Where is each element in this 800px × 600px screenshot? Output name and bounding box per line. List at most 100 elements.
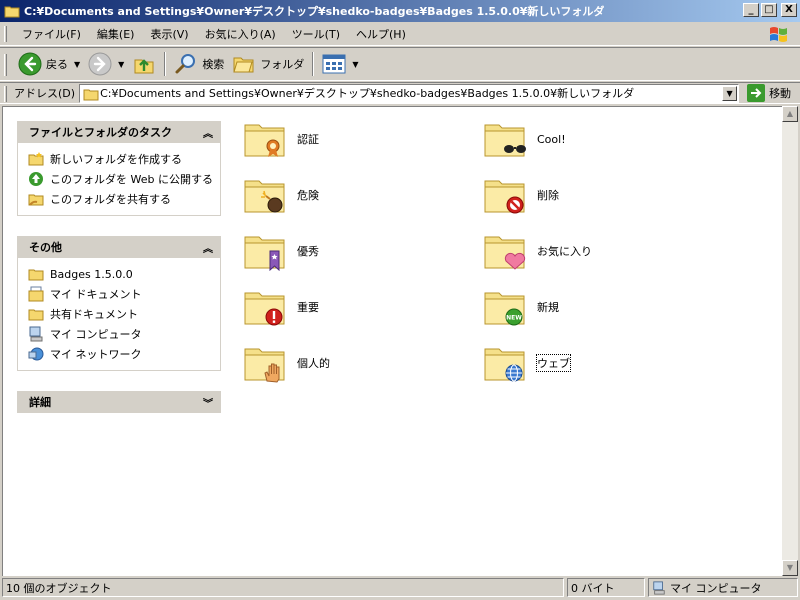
search-button[interactable]: 検索 — [170, 50, 228, 78]
file-label: 削除 — [537, 189, 559, 202]
forward-dropdown-icon[interactable]: ▼ — [118, 60, 124, 69]
views-icon — [322, 54, 346, 74]
pane-title: ファイルとフォルダのタスク — [29, 126, 172, 139]
svg-text:NEW: NEW — [506, 315, 522, 322]
vertical-scrollbar[interactable]: ▲ ▼ — [782, 106, 798, 576]
menu-bar: ファイル(F) 編集(E) 表示(V) お気に入り(A) ツール(T) ヘルプ(… — [0, 22, 800, 46]
scroll-down-button[interactable]: ▼ — [782, 560, 798, 576]
back-button[interactable]: 戻る ▼ — [14, 50, 84, 78]
folder-bookmark-icon — [244, 236, 285, 271]
place-badges[interactable]: Badges 1.5.0.0 — [28, 264, 220, 284]
file-folder-tasks-header[interactable]: ファイルとフォルダのタスク ︽ — [17, 121, 221, 143]
details-header[interactable]: 詳細 ︾ — [17, 391, 221, 413]
share-folder-link[interactable]: このフォルダを共有する — [28, 189, 220, 209]
place-my-documents[interactable]: マイ ドキュメント — [28, 284, 220, 304]
back-dropdown-icon[interactable]: ▼ — [74, 60, 80, 69]
other-places-pane: その他 ︽ Badges 1.5.0.0 マイ ドキュメント 共有ドキュメント … — [17, 236, 221, 371]
place-label: マイ ネットワーク — [50, 348, 142, 361]
status-size-text: 0 バイト — [571, 581, 615, 595]
file-item-web[interactable]: ウェブ — [483, 343, 571, 383]
my-computer-icon — [653, 580, 665, 595]
go-button[interactable]: 移動 — [747, 84, 791, 102]
folders-button[interactable]: フォルダ — [228, 50, 308, 78]
close-button[interactable]: X — [781, 3, 797, 17]
folder-icon — [28, 269, 44, 281]
pane-link-label: このフォルダを Web に公開する — [50, 173, 213, 186]
status-size: 0 バイト — [567, 578, 645, 597]
toolbar-separator — [164, 52, 167, 76]
folder-heart-icon — [484, 236, 526, 270]
menu-view[interactable]: 表示(V) — [142, 26, 196, 42]
folder-globe-icon — [484, 348, 525, 382]
file-item-important[interactable]: 重要 — [243, 287, 319, 327]
file-folder-tasks-pane: ファイルとフォルダのタスク ︽ 新しいフォルダを作成する このフォルダを Web… — [17, 121, 221, 216]
menu-tools[interactable]: ツール(T) — [284, 26, 348, 42]
views-button[interactable]: ▼ — [318, 50, 362, 78]
status-object-count: 10 個のオブジェクト — [2, 578, 564, 597]
forward-button[interactable]: ▼ — [84, 50, 128, 78]
file-item-excellent[interactable]: 優秀 — [243, 231, 319, 271]
folder-hand-icon — [244, 348, 285, 383]
other-places-header[interactable]: その他 ︽ — [17, 236, 221, 258]
address-grip[interactable] — [4, 86, 7, 102]
my-documents-icon — [28, 286, 44, 302]
go-arrow-icon — [747, 84, 766, 102]
menu-grip[interactable] — [4, 26, 7, 42]
folder-bomb-icon — [244, 180, 285, 213]
place-label: マイ コンピュータ — [50, 328, 142, 341]
file-label: 重要 — [297, 301, 319, 314]
window-title: C:¥Documents and Settings¥Owner¥デスクトップ¥s… — [24, 5, 605, 18]
folders-icon — [233, 57, 254, 73]
file-item-danger[interactable]: 危険 — [243, 175, 319, 215]
place-label: Badges 1.5.0.0 — [50, 267, 133, 281]
title-bar[interactable]: C:¥Documents and Settings¥Owner¥デスクトップ¥s… — [0, 0, 800, 22]
address-bar: アドレス(D) C:¥Documents and Settings¥Owner¥… — [0, 82, 800, 104]
collapse-chevron-icon[interactable]: ︽ — [203, 240, 213, 255]
menu-favorites[interactable]: お気に入り(A) — [197, 26, 284, 42]
file-label: お気に入り — [537, 245, 592, 258]
scroll-up-button[interactable]: ▲ — [782, 106, 798, 122]
status-count-text: 10 個のオブジェクト — [6, 581, 112, 595]
toolbar-separator — [312, 52, 315, 76]
folder-icon — [83, 89, 99, 100]
file-item-new[interactable]: NEW 新規 — [483, 287, 559, 327]
pane-title: 詳細 — [29, 396, 51, 409]
content-area: ファイルとフォルダのタスク ︽ 新しいフォルダを作成する このフォルダを Web… — [2, 106, 782, 576]
file-item-delete[interactable]: 削除 — [483, 175, 559, 215]
menu-file[interactable]: ファイル(F) — [14, 26, 89, 42]
views-dropdown-icon[interactable]: ▼ — [352, 60, 358, 69]
address-input[interactable]: C:¥Documents and Settings¥Owner¥デスクトップ¥s… — [79, 83, 740, 103]
place-my-computer[interactable]: マイ コンピュータ — [28, 324, 220, 344]
file-item-certified[interactable]: 認証 — [243, 119, 319, 159]
collapse-chevron-icon[interactable]: ︽ — [203, 125, 213, 140]
address-label: アドレス(D) — [14, 87, 76, 100]
folder-sunglasses-icon — [484, 124, 526, 157]
new-folder-icon — [28, 152, 44, 166]
minimize-button[interactable]: _ — [743, 3, 759, 17]
file-item-personal[interactable]: 個人的 — [243, 343, 330, 383]
file-item-cool[interactable]: Cool! — [483, 119, 566, 159]
address-dropdown-button[interactable]: ▼ — [722, 85, 738, 101]
place-label: 共有ドキュメント — [50, 308, 138, 321]
place-label: マイ ドキュメント — [50, 288, 142, 301]
make-new-folder-link[interactable]: 新しいフォルダを作成する — [28, 149, 220, 169]
status-location-text: マイ コンピュータ — [670, 581, 762, 595]
place-my-network[interactable]: マイ ネットワーク — [28, 344, 220, 364]
back-label: 戻る — [46, 58, 68, 71]
file-label: 優秀 — [297, 245, 319, 258]
menu-edit[interactable]: 編集(E) — [89, 26, 143, 42]
publish-web-link[interactable]: このフォルダを Web に公開する — [28, 169, 220, 189]
status-bar: 10 個のオブジェクト 0 バイト マイ コンピュータ — [0, 577, 800, 600]
toolbar-grip[interactable] — [4, 54, 7, 76]
place-shared-documents[interactable]: 共有ドキュメント — [28, 304, 220, 324]
up-button[interactable] — [128, 50, 160, 78]
menu-help[interactable]: ヘルプ(H) — [348, 26, 414, 42]
folder-icon — [4, 6, 20, 18]
pane-link-label: 新しいフォルダを作成する — [50, 153, 182, 166]
file-item-favorite[interactable]: お気に入り — [483, 231, 592, 271]
folder-no-entry-icon — [484, 180, 525, 214]
back-arrow-icon — [18, 52, 42, 76]
maximize-button[interactable]: □ — [761, 3, 777, 17]
share-folder-icon — [28, 194, 44, 206]
expand-chevron-icon[interactable]: ︾ — [203, 395, 213, 410]
